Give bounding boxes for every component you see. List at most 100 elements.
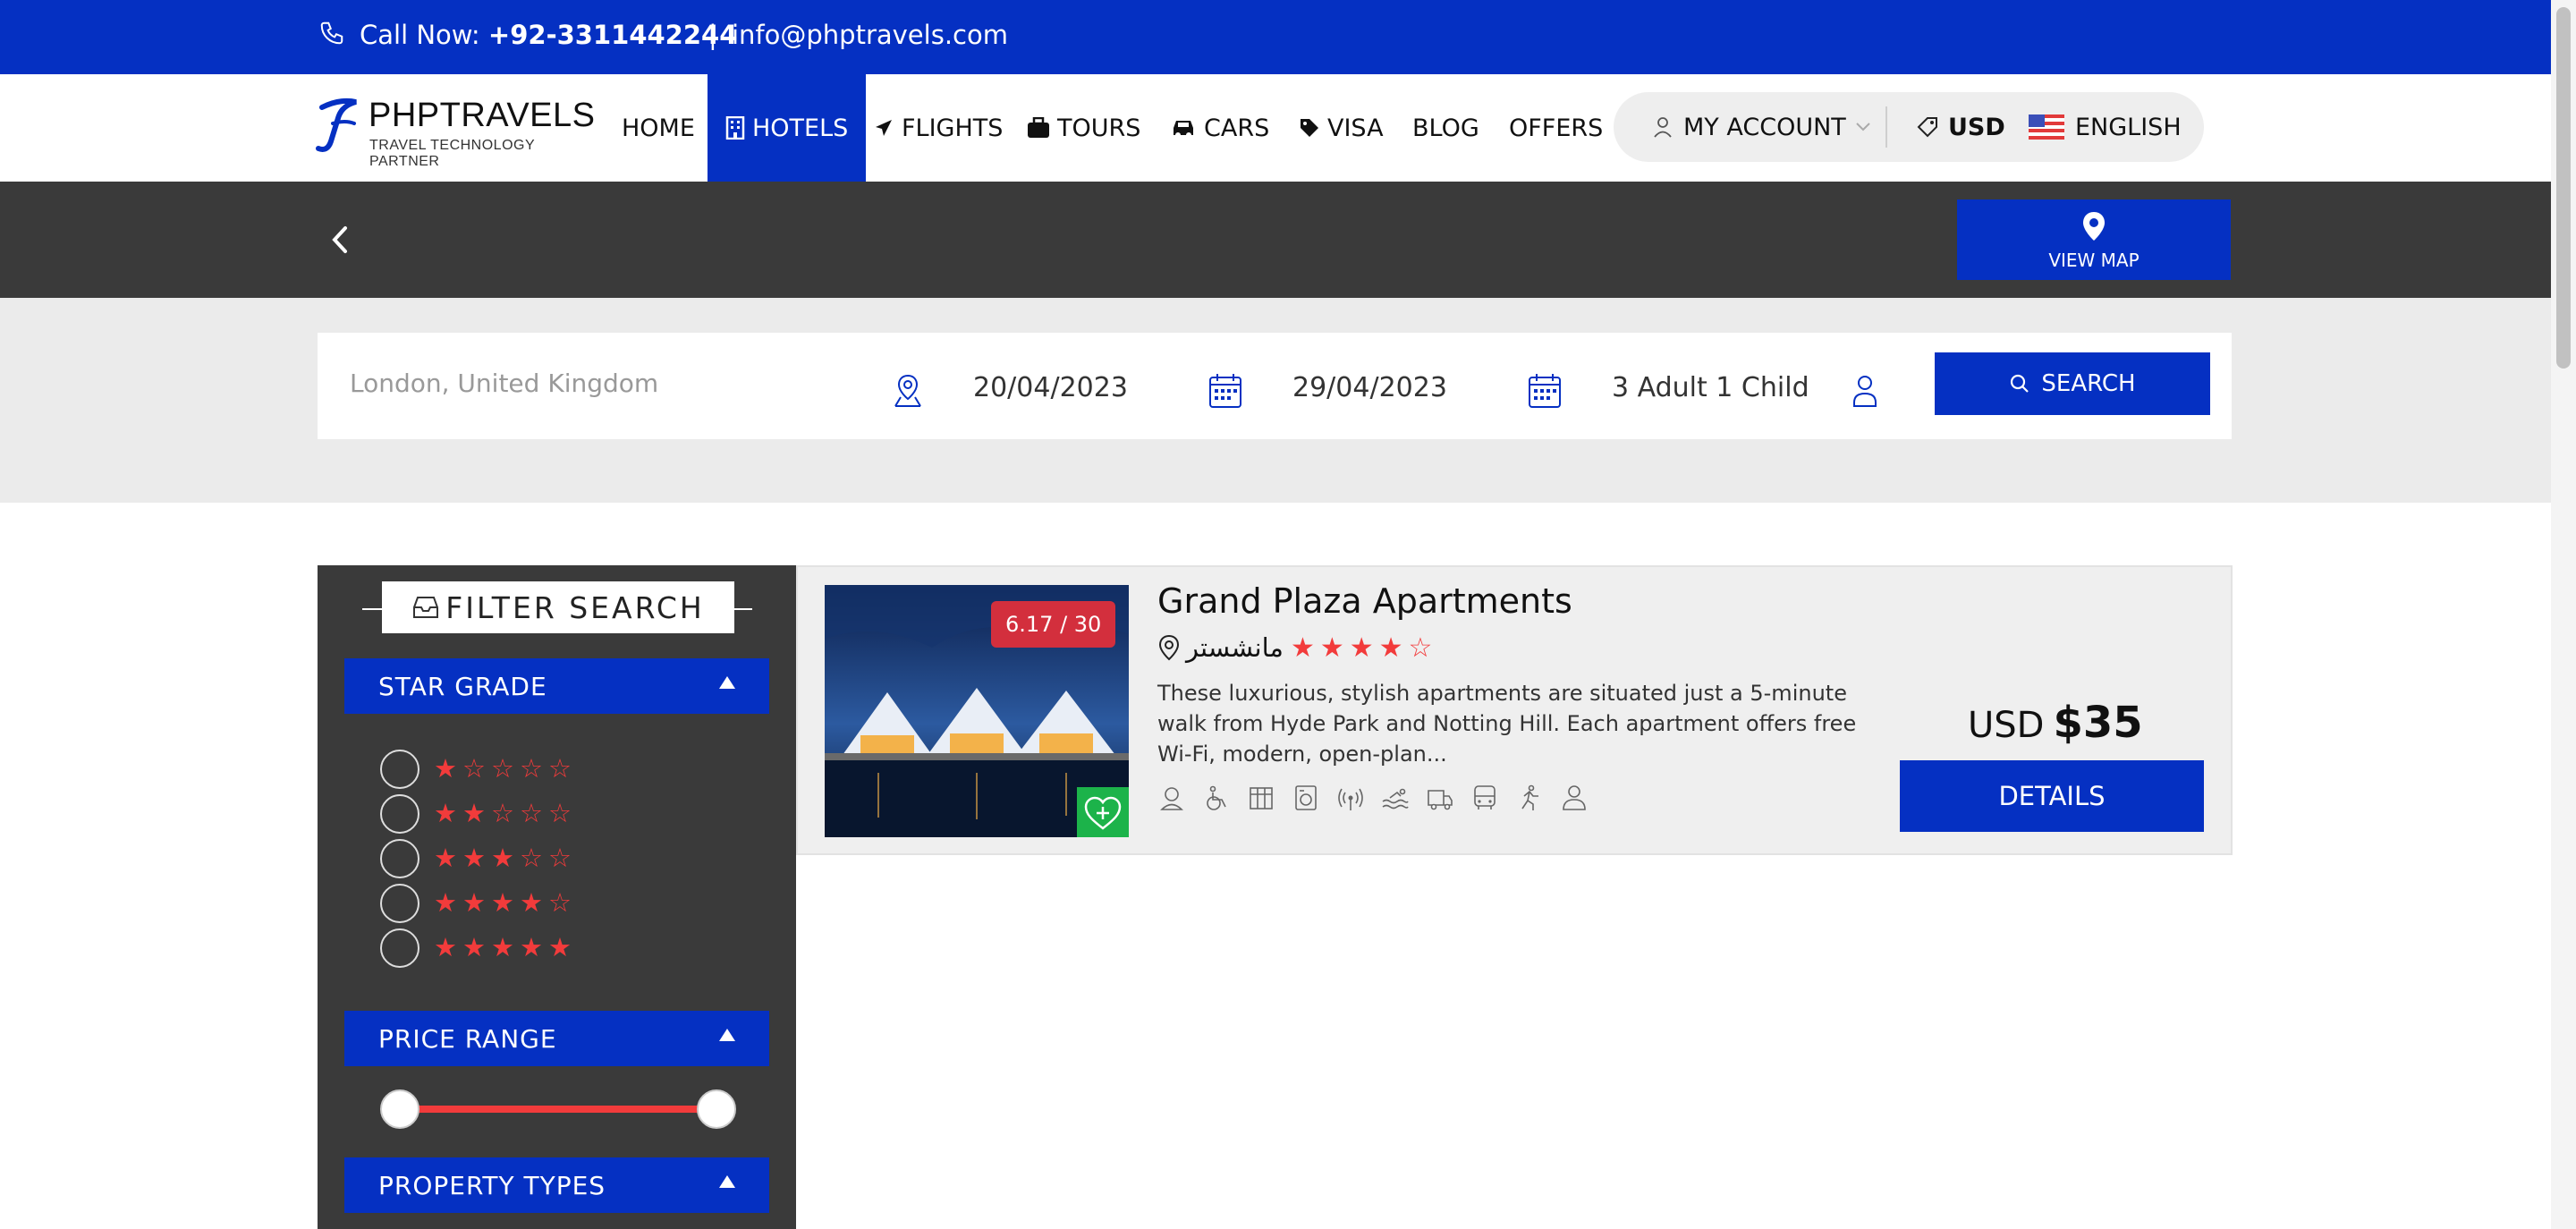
star-rating-icons: ★☆☆☆☆ bbox=[434, 753, 577, 784]
review-score-badge: 6.17 / 30 bbox=[991, 601, 1116, 648]
nav-offers-label: OFFERS bbox=[1509, 114, 1604, 142]
star-rating-icons: ★★★★★ bbox=[434, 932, 577, 962]
property-types-header[interactable]: PROPERTY TYPES bbox=[344, 1157, 769, 1213]
location-pin-icon bbox=[1158, 634, 1180, 661]
nav-blog-label: BLOG bbox=[1412, 114, 1479, 142]
star-grade-header[interactable]: STAR GRADE bbox=[344, 658, 769, 714]
back-arrow-icon[interactable] bbox=[322, 217, 358, 262]
nav-flights[interactable]: FLIGHTS bbox=[873, 74, 1003, 182]
filter-search-title: FILTER SEARCH bbox=[382, 581, 734, 633]
collapse-arrow-icon bbox=[719, 1175, 735, 1188]
radio-button[interactable] bbox=[380, 884, 419, 923]
filter-search-label: FILTER SEARCH bbox=[445, 589, 705, 625]
hotel-location: مانشستر bbox=[1186, 632, 1284, 663]
destination-input[interactable]: London, United Kingdom bbox=[350, 369, 658, 398]
nav-visa-label: VISA bbox=[1327, 114, 1384, 142]
nav-home-label: HOME bbox=[622, 114, 695, 142]
radio-button[interactable] bbox=[380, 750, 419, 789]
call-label: Call Now: bbox=[360, 20, 480, 50]
phone-icon bbox=[320, 21, 343, 45]
checkin-date-input[interactable]: 20/04/2023 bbox=[973, 372, 1128, 403]
call-now-text: Call Now: +92-3311442244 bbox=[360, 20, 737, 50]
checkout-date-input[interactable]: 29/04/2023 bbox=[1292, 372, 1447, 403]
car-icon bbox=[1174, 121, 1193, 138]
bus-icon bbox=[1474, 785, 1496, 809]
location-pin-icon bbox=[894, 374, 921, 407]
page-scrollbar[interactable] bbox=[2551, 0, 2576, 1229]
search-button[interactable]: SEARCH bbox=[1935, 352, 2210, 415]
currency-selector[interactable]: USD bbox=[1916, 92, 2005, 162]
property-types-label: PROPERTY TYPES bbox=[378, 1171, 606, 1200]
nav-tours-label: TOURS bbox=[1057, 114, 1141, 142]
suitcase-icon bbox=[1028, 117, 1049, 138]
my-account-dropdown[interactable]: MY ACCOUNT bbox=[1653, 92, 1871, 162]
wifi-icon bbox=[1338, 788, 1363, 810]
nav-hotels[interactable]: HOTELS bbox=[708, 74, 867, 182]
hotel-description: These luxurious, stylish apartments are … bbox=[1157, 681, 1857, 767]
price-max-handle[interactable] bbox=[697, 1089, 736, 1129]
nav-home[interactable]: HOME bbox=[622, 74, 695, 182]
nav-cars-label: CARS bbox=[1204, 114, 1270, 142]
map-pin-icon bbox=[2083, 212, 2105, 241]
price-range-header[interactable]: PRICE RANGE bbox=[344, 1011, 769, 1066]
top-contact-bar: Call Now: +92-3311442244 | info@phptrave… bbox=[0, 0, 2551, 74]
collapse-arrow-icon bbox=[719, 1029, 735, 1041]
scrollbar-thumb[interactable] bbox=[2556, 7, 2571, 369]
title-rule-left bbox=[362, 608, 384, 610]
calendar-icon bbox=[1529, 374, 1561, 408]
hotel-result-card: 6.17 / 30 Grand Plaza Apartments مانشستر… bbox=[796, 565, 2233, 855]
tag-icon bbox=[1301, 119, 1318, 137]
language-label: ENGLISH bbox=[2075, 113, 2182, 141]
heart-plus-icon bbox=[1084, 796, 1122, 830]
support-icon bbox=[1160, 787, 1183, 810]
business-center-icon bbox=[1250, 787, 1273, 809]
logo-name: PHPTRAVELS bbox=[369, 97, 596, 134]
us-flag-icon bbox=[2029, 114, 2064, 140]
radio-button[interactable] bbox=[380, 794, 419, 834]
price-range-label: PRICE RANGE bbox=[378, 1024, 557, 1054]
star-rating-icons: ★★★☆☆ bbox=[434, 843, 577, 873]
star-grade-label: STAR GRADE bbox=[378, 672, 547, 701]
details-button[interactable]: DETAILS bbox=[1900, 760, 2204, 832]
logo-tagline: TRAVEL TECHNOLOGY PARTNER bbox=[369, 138, 535, 169]
hotel-price: USD $35 bbox=[1968, 698, 2143, 748]
radio-button[interactable] bbox=[380, 839, 419, 878]
nav-cars[interactable]: CARS bbox=[1170, 74, 1269, 182]
star-rating-icons: ★★☆☆☆ bbox=[434, 798, 577, 828]
price-currency: USD bbox=[1968, 705, 2045, 746]
building-icon bbox=[725, 116, 745, 140]
price-min-handle[interactable] bbox=[380, 1089, 419, 1129]
nav-offers[interactable]: OFFERS bbox=[1509, 74, 1603, 182]
price-amount: $35 bbox=[2053, 698, 2143, 748]
pool-icon bbox=[1382, 788, 1409, 809]
calendar-icon bbox=[1209, 374, 1241, 408]
logo[interactable]: PHPTRAVELS TRAVEL TECHNOLOGY PARTNER bbox=[315, 97, 595, 169]
nav-visa[interactable]: VISA bbox=[1299, 74, 1384, 182]
email-link[interactable]: info@phptravels.com bbox=[732, 20, 1008, 50]
amenities-row bbox=[1157, 784, 1589, 812]
wishlist-button[interactable] bbox=[1077, 787, 1129, 837]
price-range-track bbox=[400, 1106, 718, 1113]
view-map-label: VIEW MAP bbox=[2048, 250, 2140, 271]
guests-input[interactable]: 3 Adult 1 Child bbox=[1612, 372, 1809, 403]
nav-tours[interactable]: TOURS bbox=[1027, 74, 1140, 182]
search-button-label: SEARCH bbox=[2041, 370, 2136, 397]
search-form: London, United Kingdom 20/04/2023 29/04/… bbox=[318, 333, 2232, 439]
hotel-location-row: مانشستر ★★★★☆ bbox=[1157, 631, 1437, 664]
nav-blog[interactable]: BLOG bbox=[1412, 74, 1479, 182]
reception-icon bbox=[1563, 785, 1586, 810]
language-selector[interactable]: ENGLISH bbox=[2029, 92, 2182, 162]
laundry-icon bbox=[1295, 785, 1317, 810]
phone-number[interactable]: +92-3311442244 bbox=[488, 20, 737, 50]
hotel-name[interactable]: Grand Plaza Apartments bbox=[1157, 581, 1572, 621]
fitness-icon bbox=[1521, 784, 1538, 810]
plane-icon bbox=[876, 120, 892, 136]
collapse-arrow-icon bbox=[719, 676, 735, 689]
my-account-label: MY ACCOUNT bbox=[1683, 113, 1846, 141]
chevron-down-icon bbox=[1856, 123, 1870, 131]
inbox-icon bbox=[413, 597, 439, 618]
user-icon bbox=[1654, 117, 1672, 138]
hotel-photo[interactable]: 6.17 / 30 bbox=[825, 585, 1129, 837]
view-map-button[interactable]: VIEW MAP bbox=[1957, 199, 2231, 280]
radio-button[interactable] bbox=[380, 928, 419, 968]
